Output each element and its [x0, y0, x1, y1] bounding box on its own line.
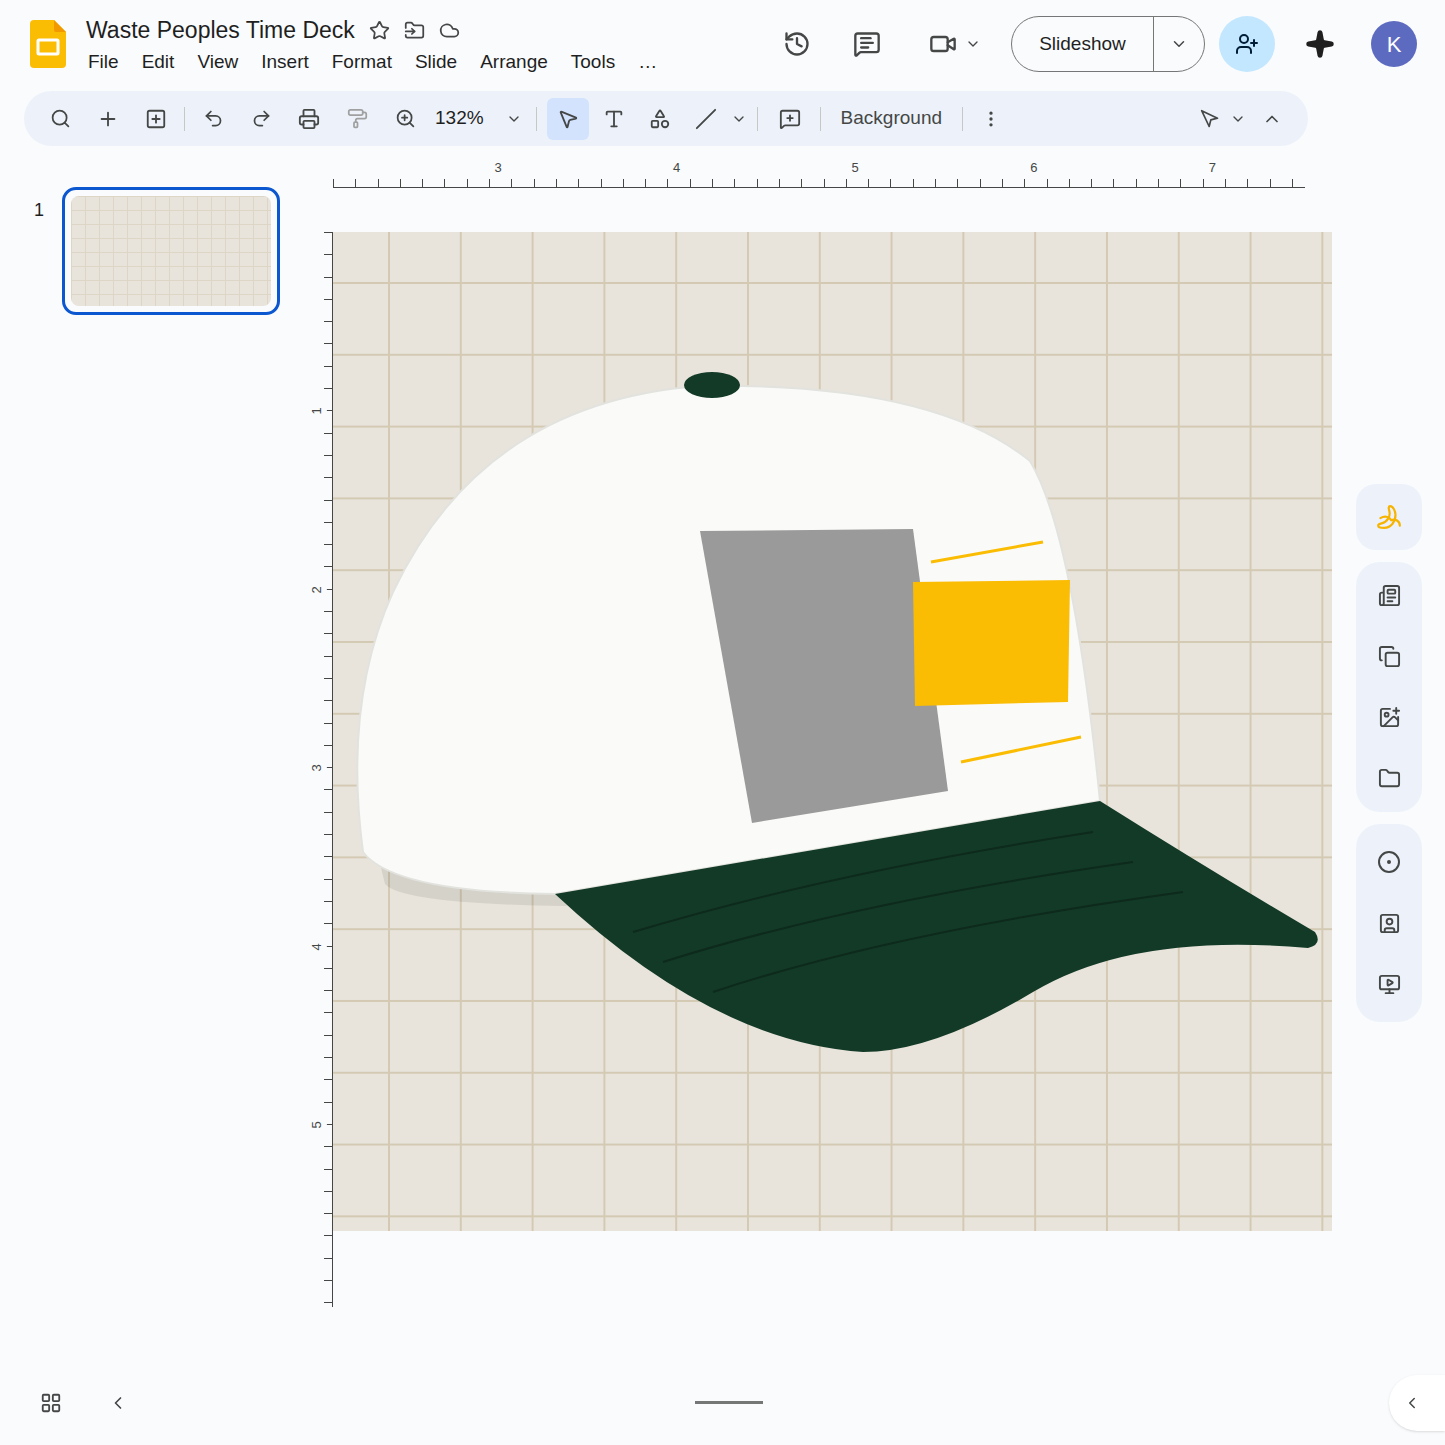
undo-icon	[203, 108, 224, 129]
add-person-icon	[1235, 32, 1259, 56]
header: Waste Peoples Time Deck File Edit View Inser…	[0, 0, 1445, 88]
menu-bar: File Edit View Insert Format Slide Arrange Tool…	[88, 49, 657, 75]
search-button[interactable]	[38, 99, 82, 139]
star-icon[interactable]	[369, 20, 390, 41]
paint-format-button[interactable]	[335, 99, 379, 139]
gemini-icon[interactable]	[1305, 29, 1335, 59]
pointer-mode-icon	[1200, 109, 1220, 129]
menu-item[interactable]: Insert	[261, 49, 309, 75]
menu-item[interactable]: Edit	[142, 49, 175, 75]
comments-icon[interactable]	[853, 30, 881, 58]
chevron-left-icon	[1403, 1394, 1421, 1412]
side-panel-toggle[interactable]	[1389, 1375, 1445, 1431]
menu-item[interactable]: Arrange	[480, 49, 548, 75]
record-icon[interactable]	[1377, 850, 1401, 874]
select-icon	[557, 108, 579, 130]
speaker-notes-handle[interactable]	[695, 1401, 763, 1404]
layout-icon[interactable]	[1378, 584, 1401, 607]
printer-icon	[298, 108, 320, 130]
redo-icon	[251, 108, 272, 129]
menu-item[interactable]: Format	[332, 49, 392, 75]
more-icon	[981, 109, 1001, 129]
search-icon	[50, 108, 71, 129]
print-button[interactable]	[287, 99, 331, 139]
meet-icon[interactable]	[929, 30, 957, 58]
zoom-icon	[395, 108, 416, 129]
menu-item[interactable]: File	[88, 49, 119, 75]
slides-logo-icon[interactable]	[30, 20, 66, 68]
cloud-status-icon[interactable]	[439, 20, 460, 41]
side-panel	[1355, 162, 1445, 1360]
collapse-button[interactable]	[1250, 99, 1294, 139]
background-button[interactable]: Background	[829, 104, 954, 133]
line-tool[interactable]	[685, 98, 727, 140]
caret-icon[interactable]	[731, 111, 747, 127]
present-icon[interactable]	[1378, 973, 1401, 996]
cap-image[interactable]	[333, 232, 1332, 1231]
menu-item[interactable]: Slide	[415, 49, 457, 75]
menu-item[interactable]: …	[638, 49, 657, 75]
canvas-area: 34567 12345	[300, 162, 1355, 1360]
zoom-button[interactable]	[383, 99, 427, 139]
paint-format-icon	[347, 108, 368, 129]
new-button[interactable]	[86, 99, 130, 139]
line-icon	[695, 108, 717, 130]
caret-icon[interactable]	[965, 36, 981, 52]
comment-button[interactable]	[768, 99, 812, 139]
filmstrip: 1	[0, 162, 300, 1360]
new-slide-icon	[145, 108, 167, 130]
select-tool[interactable]	[547, 98, 589, 140]
share-button[interactable]	[1219, 16, 1275, 72]
slide-thumbnail-row[interactable]: 1	[34, 187, 300, 315]
undo-button[interactable]	[191, 99, 235, 139]
caret-icon	[1230, 111, 1246, 127]
more-button[interactable]	[971, 99, 1011, 139]
caret-icon[interactable]	[1170, 35, 1188, 53]
slides-app: Waste Peoples Time Deck File Edit View Inser…	[0, 0, 1445, 1445]
plus-icon	[97, 108, 119, 130]
zoom-select[interactable]: 132%	[431, 104, 526, 133]
new-slide-button[interactable]	[134, 99, 178, 139]
menu-item[interactable]: View	[197, 49, 238, 75]
redo-button[interactable]	[239, 99, 283, 139]
bottom-bar	[0, 1360, 1445, 1445]
text-tool[interactable]	[593, 98, 635, 140]
folder-icon[interactable]	[1378, 767, 1401, 790]
workspace: 1 34567 12345	[0, 162, 1445, 1360]
avatar[interactable]: K	[1371, 21, 1417, 67]
chevron-up-icon	[1262, 109, 1282, 129]
shape-tool[interactable]	[639, 98, 681, 140]
chevron-left-icon[interactable]	[108, 1393, 128, 1413]
toolbar: 132% Background	[24, 91, 1308, 146]
left-ruler: 12345	[315, 232, 333, 1307]
slide-thumbnail[interactable]	[62, 187, 280, 315]
camera-icon[interactable]	[1378, 912, 1401, 935]
history-icon[interactable]	[783, 30, 811, 58]
menu-item[interactable]: Tools	[571, 49, 615, 75]
document-title[interactable]: Waste Peoples Time Deck	[86, 15, 355, 45]
mode-select[interactable]	[1200, 109, 1246, 129]
slideshow-button[interactable]: Slideshow	[1011, 16, 1205, 72]
banana-icon[interactable]	[1376, 504, 1402, 530]
text-icon	[603, 108, 625, 130]
move-folder-icon[interactable]	[404, 20, 425, 41]
slide-canvas[interactable]	[333, 232, 1332, 1231]
shape-icon	[649, 108, 671, 130]
grid-view-icon[interactable]	[40, 1392, 62, 1414]
copy-icon[interactable]	[1378, 645, 1401, 668]
caret-icon	[506, 111, 522, 127]
add-comment-icon	[779, 108, 801, 130]
top-ruler: 34567	[333, 162, 1305, 188]
image-icon[interactable]	[1378, 706, 1401, 729]
